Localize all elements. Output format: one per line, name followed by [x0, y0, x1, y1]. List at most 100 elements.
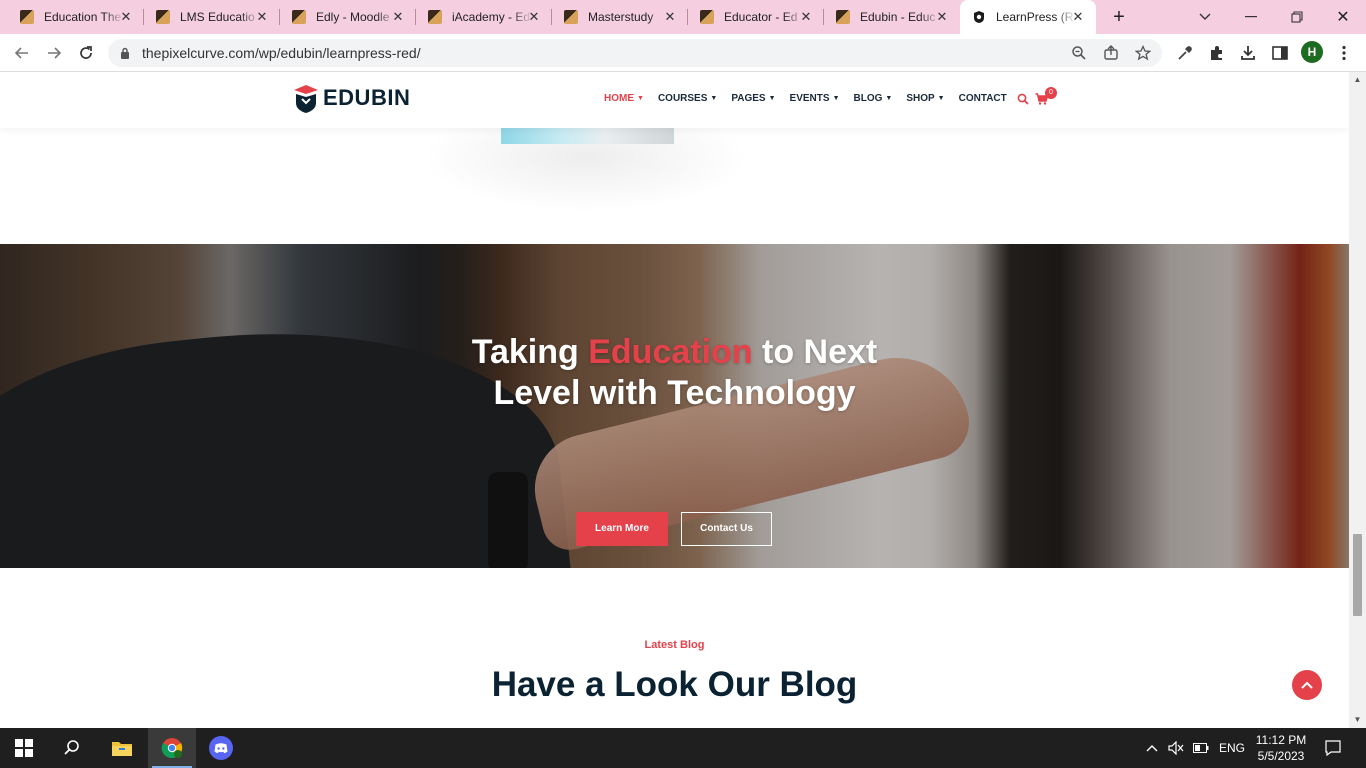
close-tab-icon[interactable]: ✕: [1070, 9, 1086, 25]
section-title: Have a Look Our Blog: [491, 665, 858, 704]
site-logo[interactable]: EDUBIN: [293, 82, 410, 114]
nav-label: COURSES: [657, 93, 708, 104]
hero-title-pre: Taking: [471, 333, 589, 371]
chevron-down-icon: ▼: [937, 95, 945, 102]
tab-search-icon[interactable]: [1185, 0, 1225, 34]
discord-icon: [209, 736, 233, 760]
share-icon[interactable]: [1103, 45, 1119, 61]
tab-title: Education The: [44, 10, 122, 24]
bookmark-star-icon[interactable]: [1134, 44, 1152, 61]
nav-item-blog[interactable]: BLOG ▼: [854, 93, 893, 104]
page-viewport: EDUBIN HOME ▼ COURSES ▼ PAGES ▼ EVENTS ▼ BLO…: [0, 72, 1349, 728]
profile-avatar[interactable]: H: [1301, 41, 1323, 63]
site-favicon-icon: [292, 10, 306, 24]
browser-tab-active[interactable]: LearnPress (R ✕: [960, 0, 1096, 34]
search-icon: [64, 740, 79, 755]
browser-tab[interactable]: iAcademy - Ed ✕: [416, 0, 552, 34]
tab-title: iAcademy - Ed: [452, 10, 531, 24]
scrollbar-thumb[interactable]: [1353, 534, 1362, 616]
page-scrollbar[interactable]: ▲ ▼: [1349, 72, 1366, 728]
discord-taskbar-button[interactable]: [197, 728, 245, 768]
browser-tab[interactable]: LMS Educatio ✕: [144, 0, 280, 34]
nav-item-shop[interactable]: SHOP ▼: [906, 93, 944, 104]
windows-logo-icon: [15, 739, 33, 757]
tab-title: Educator - Ed: [724, 10, 798, 24]
hero-title: Taking Education to Next Level with Tech…: [0, 332, 1349, 414]
nav-item-courses[interactable]: COURSES ▼: [658, 93, 717, 104]
battery-icon[interactable]: [1193, 728, 1209, 768]
back-icon[interactable]: [9, 40, 35, 66]
close-tab-icon[interactable]: ✕: [118, 9, 134, 25]
browser-tab[interactable]: Masterstudy ✕: [552, 0, 688, 34]
new-tab-button[interactable]: +: [1099, 0, 1139, 34]
more-menu-icon[interactable]: [1335, 44, 1353, 62]
search-icon[interactable]: [1017, 92, 1029, 105]
nav-label: BLOG: [853, 93, 883, 104]
close-tab-icon[interactable]: ✕: [798, 9, 814, 25]
learn-more-button[interactable]: Learn More: [576, 512, 668, 546]
close-window-icon[interactable]: ✕: [1323, 0, 1363, 34]
reload-icon[interactable]: [73, 40, 99, 66]
eyedropper-extension-icon[interactable]: [1176, 44, 1194, 62]
lock-icon: [120, 46, 132, 60]
chrome-taskbar-button[interactable]: [148, 728, 196, 768]
nav-item-contact[interactable]: CONTACT: [959, 93, 1007, 104]
clock-date: 5/5/2023: [1257, 749, 1305, 763]
close-tab-icon[interactable]: ✕: [662, 9, 678, 25]
close-tab-icon[interactable]: ✕: [254, 9, 270, 25]
show-hidden-icons-button[interactable]: [1146, 728, 1158, 768]
hero-title-line2: Level with Technology: [493, 374, 856, 412]
tab-title: Edubin - Educ: [860, 10, 936, 24]
site-favicon-icon: [428, 10, 442, 24]
close-tab-icon[interactable]: ✕: [526, 9, 542, 25]
nav-item-home[interactable]: HOME ▼: [604, 93, 644, 104]
clock-time: 11:12 PM: [1255, 733, 1307, 747]
file-explorer-button[interactable]: [98, 728, 146, 768]
scroll-up-arrow-icon[interactable]: ▲: [1353, 76, 1362, 84]
zoom-icon[interactable]: [1071, 45, 1087, 61]
cart-count-badge: 0: [1045, 87, 1057, 99]
volume-muted-icon[interactable]: [1168, 728, 1184, 768]
forward-icon[interactable]: [41, 40, 67, 66]
notifications-icon[interactable]: [1325, 728, 1341, 768]
section-kicker: Latest Blog: [644, 639, 705, 651]
logo-text: EDUBIN: [323, 85, 411, 110]
main-nav: HOME ▼ COURSES ▼ PAGES ▼ EVENTS ▼ BLOG ▼ SHOP…: [604, 93, 1021, 104]
nav-label: PAGES: [731, 93, 766, 104]
browser-tab[interactable]: Edly - Moodle ✕: [280, 0, 416, 34]
nav-label: HOME: [604, 93, 634, 104]
browser-tab[interactable]: Edubin - Educ ✕: [824, 0, 960, 34]
chevron-up-icon: [1146, 745, 1158, 752]
side-panel-icon[interactable]: [1271, 44, 1289, 62]
chevron-up-icon: [1301, 681, 1313, 689]
nav-label: CONTACT: [958, 93, 1007, 104]
nav-item-pages[interactable]: PAGES ▼: [731, 93, 775, 104]
site-favicon-icon: [156, 10, 170, 24]
close-tab-icon[interactable]: ✕: [390, 9, 406, 25]
contact-us-button[interactable]: Contact Us: [681, 512, 772, 546]
chevron-down-icon: ▼: [637, 95, 644, 102]
minimize-window-icon[interactable]: [1231, 0, 1271, 34]
chevron-down-icon: ▼: [710, 95, 718, 102]
chevron-down-icon: ▼: [885, 95, 893, 102]
scroll-down-arrow-icon[interactable]: ▼: [1353, 716, 1362, 724]
hero-title-highlight: Education: [588, 333, 753, 371]
chevron-down-icon: ▼: [832, 95, 840, 102]
hero-title-post: to Next: [752, 333, 878, 371]
browser-toolbar: thepixelcurve.com/wp/edubin/learnpress-r…: [0, 34, 1366, 72]
system-clock[interactable]: 11:12 PM 5/5/2023: [1250, 732, 1312, 764]
browser-tab-strip: Education The ✕ LMS Educatio ✕ Edly - Mo…: [0, 0, 1366, 34]
hero-banner: Taking Education to Next Level with Tech…: [0, 244, 1349, 568]
restore-window-icon[interactable]: [1277, 0, 1317, 34]
browser-tab[interactable]: Educator - Ed ✕: [688, 0, 824, 34]
start-button[interactable]: [0, 728, 48, 768]
address-bar[interactable]: thepixelcurve.com/wp/edubin/learnpress-r…: [108, 39, 1162, 67]
back-to-top-button[interactable]: [1292, 670, 1322, 700]
close-tab-icon[interactable]: ✕: [934, 9, 950, 25]
taskbar-search-button[interactable]: [48, 728, 96, 768]
extensions-icon[interactable]: [1208, 44, 1226, 62]
nav-item-events[interactable]: EVENTS ▼: [790, 93, 840, 104]
browser-tab[interactable]: Education The ✕: [8, 0, 144, 34]
language-indicator[interactable]: ENG: [1219, 728, 1245, 768]
download-icon[interactable]: [1239, 44, 1257, 62]
